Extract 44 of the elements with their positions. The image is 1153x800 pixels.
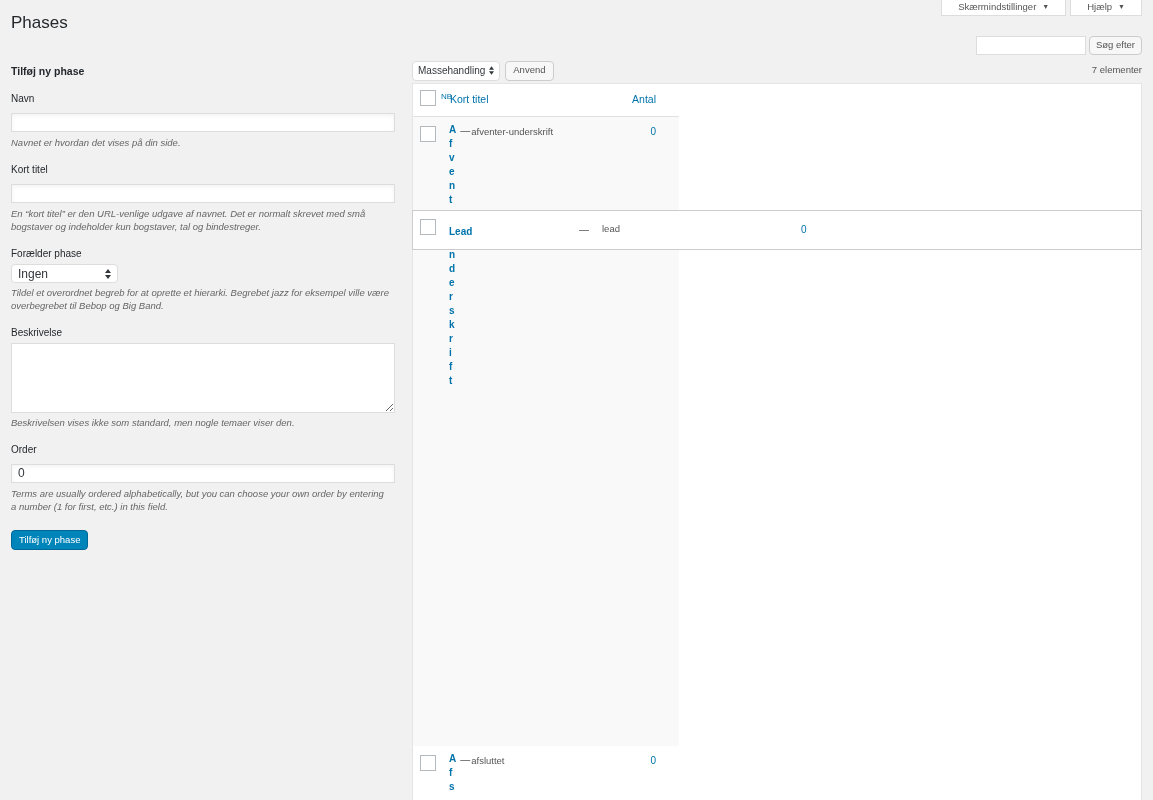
page-title: Phases — [11, 12, 68, 34]
help-text: Terms are usually ordered alphabetically, but you can choose your own order by entering a number (1 for first, etc.) in this field. — [11, 487, 385, 514]
count-link[interactable]: 0 — [650, 123, 656, 140]
checkbox[interactable] — [420, 218, 436, 235]
item-count: 7 elementer — [1091, 63, 1142, 78]
column-header[interactable]: Kort titel — [450, 91, 489, 108]
text-field[interactable] — [11, 112, 395, 132]
field-label: Forælder phase — [11, 247, 83, 262]
column-header[interactable]: Antal — [632, 91, 656, 108]
search-field[interactable] — [975, 35, 1086, 55]
field-label: Beskrivelse — [11, 326, 64, 341]
dash: — — [460, 123, 471, 138]
help-text: Beskrivelsen vises ikke som standard, men nogle temaer viser den. — [11, 416, 296, 430]
updown-icon — [105, 268, 111, 279]
term-name-link[interactable]: nderskrift — [449, 247, 459, 388]
help-text: En “kort titel” er den URL-venlige udgave af navnet. Det er normalt skrevet med små bogstaver og indeholder kun bogstaver, tal og bindestreger. — [11, 207, 367, 234]
term-name-link[interactable]: Afs — [449, 751, 460, 794]
term-name-link[interactable]: Afvent — [449, 122, 460, 207]
dash: — — [460, 752, 471, 767]
count-link[interactable]: 0 — [801, 222, 807, 237]
count-link[interactable]: 0 — [650, 752, 656, 769]
checkbox[interactable] — [420, 754, 436, 771]
parent-select[interactable]: Ingen — [11, 264, 118, 284]
slug-text: afsluttet — [471, 753, 505, 768]
help-text: Tildel et overordnet begreb for at oprette et hierarki. Begrebet jazz for eksempel ville være overbegrebet til Bebop og Big Band. — [11, 286, 390, 313]
slug-text: afventer-underskrift — [471, 124, 554, 139]
bulk-action-select[interactable]: Massehandling — [412, 60, 501, 81]
checkbox[interactable] — [420, 90, 436, 106]
form-heading: Tilføj ny phase — [11, 63, 86, 79]
field-label: Navn — [11, 92, 36, 107]
add-phase-button[interactable]: Tilføj ny phase — [11, 530, 89, 551]
apply-button[interactable]: Anvend — [505, 60, 554, 81]
field-label: Order — [11, 443, 38, 458]
description-field[interactable] — [11, 343, 395, 414]
dash: — — [579, 223, 590, 237]
text-field[interactable]: 0 — [11, 463, 395, 483]
updown-icon — [489, 66, 495, 75]
field-label: Kort titel — [11, 163, 49, 178]
term-name-link[interactable]: Lead — [449, 225, 473, 237]
help-text: Navnet er hvordan det vises på din side. — [11, 136, 182, 150]
text-field[interactable] — [11, 183, 395, 203]
checkbox[interactable] — [420, 125, 436, 142]
slug-text: lead — [602, 222, 621, 237]
search-button[interactable]: Søg efter — [1088, 35, 1142, 55]
